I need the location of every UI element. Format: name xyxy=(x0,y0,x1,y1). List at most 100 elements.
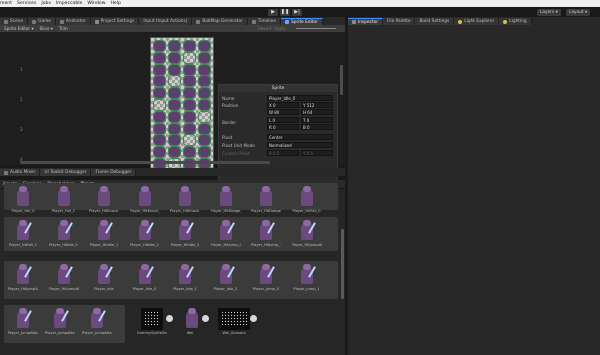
sprite-cell[interactable] xyxy=(198,63,211,76)
asset-item[interactable]: Player_HitFall_0 xyxy=(292,186,322,213)
expand-arrow-icon[interactable] xyxy=(250,315,257,322)
play-button[interactable]: ▶ xyxy=(268,8,278,16)
sprite-cell[interactable] xyxy=(153,146,166,159)
expand-arrow-icon[interactable] xyxy=(166,315,173,322)
sprite-cell[interactable] xyxy=(168,87,181,100)
sprite-cell[interactable] xyxy=(183,122,196,135)
sprite-cell[interactable] xyxy=(198,134,211,147)
sprite-cell[interactable] xyxy=(153,51,166,64)
sprite-cell[interactable] xyxy=(153,75,166,88)
revert-button[interactable]: Revert xyxy=(258,26,272,31)
pivot-unit-dropdown[interactable]: Normalized xyxy=(267,142,333,148)
sprite-cell[interactable] xyxy=(198,51,211,64)
tab-file-palette[interactable]: File Palette xyxy=(383,18,416,25)
asset-item[interactable]: Player_HitJump_0 xyxy=(211,220,241,247)
menu-item[interactable]: Impeccable xyxy=(56,1,82,6)
vertical-scrollbar[interactable] xyxy=(341,229,344,299)
asset-item[interactable]: Player_Jump_0 xyxy=(251,264,281,291)
sprite-cell[interactable] xyxy=(198,99,211,111)
menu-item[interactable]: ment xyxy=(0,1,12,6)
sprite-cell[interactable] xyxy=(198,40,211,52)
asset-item[interactable]: Player_HitIdle_2 xyxy=(130,220,160,247)
sprite-cell[interactable] xyxy=(198,75,211,88)
asset-item[interactable]: Player_HitIdle_0 xyxy=(49,220,79,247)
sprite-cell[interactable] xyxy=(198,122,211,135)
border-b-field[interactable]: B 0 xyxy=(301,124,333,130)
pivot-dropdown[interactable]: Center xyxy=(267,134,333,140)
tab-input-actions[interactable]: Input (Input Actions) xyxy=(139,18,193,25)
border-t-field[interactable]: T 0 xyxy=(301,117,333,123)
sprite-cell[interactable] xyxy=(153,40,166,52)
asset-item[interactable]: Player_HitKnock... xyxy=(170,186,200,213)
custom-pivot-y[interactable]: Y 0.5 xyxy=(301,150,333,156)
pause-button[interactable]: ❚❚ xyxy=(280,8,290,16)
sprite-cell[interactable] xyxy=(168,122,181,135)
asset-item[interactable]: Player_HitJumpAtt... xyxy=(8,264,38,291)
vertical-scrollbar[interactable] xyxy=(340,65,343,95)
horizontal-scrollbar[interactable] xyxy=(20,161,270,164)
slice-dropdown[interactable]: Slice ▾ xyxy=(40,26,53,31)
sprite-cell[interactable] xyxy=(153,99,166,111)
asset-item[interactable]: Player_HitIdle_1 xyxy=(89,220,119,247)
sprite-cell[interactable] xyxy=(153,134,166,147)
tab-scene[interactable]: Scene xyxy=(0,18,29,25)
sprite-cell[interactable] xyxy=(183,40,196,52)
sprite-cell[interactable] xyxy=(168,146,181,159)
sprite-cell[interactable] xyxy=(168,75,181,88)
tab-sprite-editor[interactable]: Sprite Editor xyxy=(281,18,323,25)
trim-button[interactable]: Trim xyxy=(59,26,68,31)
asset-item[interactable]: Player_JumpAtta... xyxy=(45,308,75,335)
asset-item[interactable]: Player_HitDodge_0 xyxy=(211,186,241,213)
asset-item[interactable]: Player_Fall_0 xyxy=(8,186,38,213)
menu-item[interactable]: Window xyxy=(87,1,105,6)
tab-timeline[interactable]: Timeline xyxy=(247,18,282,25)
asset-item[interactable]: Player_Idle_1 xyxy=(170,264,200,291)
asset-item[interactable]: Player_HitJumpAtt... xyxy=(49,264,79,291)
asset-item[interactable]: Player_Jump_1 xyxy=(292,264,322,291)
menu-item[interactable]: Help xyxy=(110,1,120,6)
sprite-cell[interactable] xyxy=(153,63,166,76)
expand-arrow-icon[interactable] xyxy=(202,315,209,322)
sprite-cell[interactable] xyxy=(168,99,181,111)
pos-x-field[interactable]: X 0 xyxy=(267,102,299,108)
tab-ui-toolkit-debugger[interactable]: UI Toolkit Debugger xyxy=(40,169,92,176)
tab-bakmap-generator[interactable]: BakMap Generator xyxy=(192,18,248,25)
layers-dropdown[interactable]: Layers ▾ xyxy=(537,8,561,16)
asset-item[interactable]: Player_JumpAtta... xyxy=(82,308,112,335)
menu-item[interactable]: Services xyxy=(17,1,36,6)
custom-pivot-x[interactable]: X 0.5 xyxy=(267,150,299,156)
sprite-cell[interactable] xyxy=(168,51,181,64)
asset-item[interactable]: Player_JumpAtta... xyxy=(8,308,38,335)
width-field[interactable]: W 80 xyxy=(267,109,299,115)
asset-item[interactable]: Player_HitDodge_1 xyxy=(251,186,281,213)
pos-y-field[interactable]: Y 512 xyxy=(301,102,333,108)
sprite-cell[interactable] xyxy=(183,75,196,88)
asset-item[interactable]: Player_Fall_1 xyxy=(49,186,79,213)
asset-item[interactable]: Wei xyxy=(177,308,203,335)
tab-audio-mixer[interactable]: Audio Mixer xyxy=(0,169,41,176)
sprite-cell[interactable] xyxy=(183,134,196,147)
tab-game[interactable]: Game xyxy=(28,18,56,25)
asset-item[interactable]: Player_Idle_0 xyxy=(130,264,160,291)
height-field[interactable]: H 64 xyxy=(301,109,333,115)
asset-item[interactable]: Wei_Scissors xyxy=(214,308,254,335)
zoom-slider[interactable] xyxy=(296,28,336,29)
sprite-cell[interactable] xyxy=(198,110,211,123)
sprite-cell[interactable] xyxy=(168,134,181,147)
border-r-field[interactable]: R 0 xyxy=(267,124,299,130)
asset-item[interactable]: Player_Idle_2 xyxy=(211,264,241,291)
sprite-cell[interactable] xyxy=(183,87,196,100)
layout-dropdown[interactable]: Layout ▾ xyxy=(566,8,591,16)
asset-item[interactable]: Player_HitKnock_1 xyxy=(130,186,160,213)
tab-inspector[interactable]: Inspector xyxy=(348,18,384,25)
asset-item[interactable]: Player_HitJump_1 xyxy=(251,220,281,247)
asset-item[interactable]: Player_Idle xyxy=(89,264,119,291)
asset-item[interactable]: Player_HitIdle_3 xyxy=(170,220,200,247)
sprite-cell[interactable] xyxy=(198,87,211,100)
tab-frame-debugger[interactable]: Frame Debugger xyxy=(91,169,137,176)
sprite-cell[interactable] xyxy=(153,110,166,123)
tab-lighting[interactable]: Lighting xyxy=(499,18,532,25)
asset-item[interactable]: Player_HitKnock... xyxy=(89,186,119,213)
sprite-cell[interactable] xyxy=(183,51,196,64)
sprite-editor-mode-dropdown[interactable]: Sprite Editor ▾ xyxy=(4,26,34,31)
